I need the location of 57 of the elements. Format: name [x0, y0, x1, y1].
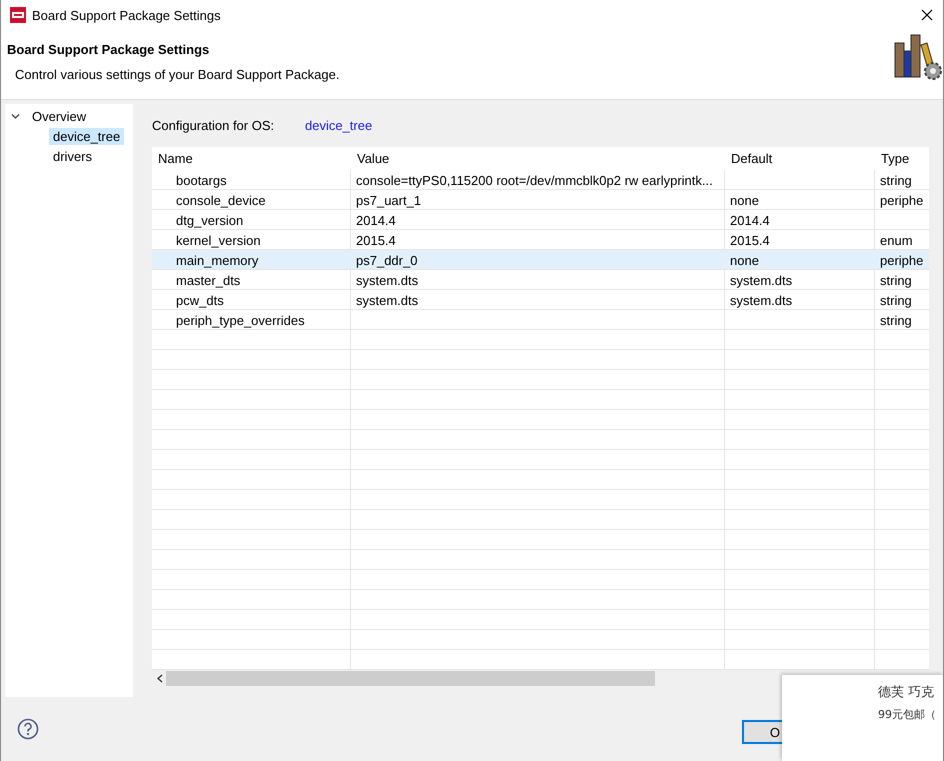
tree-item[interactable]: drivers — [49, 148, 96, 164]
table-row[interactable]: console_device ps7_uart_1 none periphe — [152, 190, 929, 209]
column-header[interactable]: Value — [357, 151, 390, 166]
popup-text: 德芙 巧克 — [878, 684, 936, 701]
table-cell: string — [880, 273, 912, 288]
dialog-title: Board Support Package Settings — [7, 42, 210, 57]
table-cell: main_memory — [176, 253, 258, 268]
table-row[interactable]: kernel_version 2015.4 2015.4 enum — [152, 230, 929, 249]
table-cell: kernel_version — [176, 233, 261, 248]
table-cell: string — [880, 293, 912, 308]
table-cell: system.dts — [356, 293, 418, 308]
table-cell: string — [880, 173, 912, 188]
table-cell: none — [730, 253, 759, 268]
app-logo-icon — [10, 7, 26, 24]
table-cell: ps7_ddr_0 — [356, 253, 418, 268]
table-cell: enum — [880, 233, 913, 248]
table-cell: system.dts — [730, 293, 792, 308]
table-cell: 2014.4 — [730, 213, 770, 228]
tree-item[interactable]: device_tree — [49, 128, 124, 144]
table-cell: system.dts — [730, 273, 792, 288]
table-row[interactable]: bootargs console=ttyPS0,115200 root=/dev/mmcblk0p2 rw earlyprintk... string — [152, 170, 929, 189]
os-link[interactable]: device_tree — [305, 118, 372, 133]
window-title: Board Support Package Settings — [32, 8, 221, 23]
table-cell: bootargs — [176, 173, 227, 188]
table-cell: periph_type_overrides — [176, 313, 305, 328]
table-row[interactable]: periph_type_overrides string — [152, 310, 929, 329]
close-icon[interactable] — [921, 9, 933, 22]
tree-item[interactable]: Overview — [28, 108, 90, 124]
table-cell: dtg_version — [176, 213, 244, 228]
table-cell: master_dts — [176, 273, 240, 288]
column-header[interactable]: Type — [881, 151, 910, 166]
notification-popup[interactable]: 德芙 巧克 99元包邮（ — [782, 675, 943, 761]
ok-button[interactable]: O — [742, 720, 784, 744]
table-cell: console_device — [176, 193, 266, 208]
table-cell: 2014.4 — [356, 213, 396, 228]
popup-text: 99元包邮（ — [878, 707, 937, 722]
table-cell: periphe — [880, 253, 924, 268]
scroll-left-icon[interactable] — [157, 674, 163, 683]
table-cell: 2015.4 — [356, 233, 396, 248]
table-cell: string — [880, 313, 912, 328]
table-cell: 2015.4 — [730, 233, 770, 248]
table-row[interactable]: pcw_dts system.dts system.dts string — [152, 290, 929, 309]
dialog-description: Control various settings of your Board Support Package. — [14, 66, 340, 82]
scrollbar-thumb[interactable] — [166, 671, 655, 686]
column-header[interactable]: Default — [731, 151, 772, 166]
table-row[interactable]: dtg_version 2014.4 2014.4 — [152, 210, 929, 229]
help-icon[interactable] — [17, 718, 39, 740]
config-label: Configuration for OS: — [152, 118, 276, 133]
table-cell: none — [730, 193, 759, 208]
table-row[interactable]: main_memory ps7_ddr_0 none periphe — [152, 250, 929, 269]
table-cell: system.dts — [356, 273, 418, 288]
table-row[interactable]: master_dts system.dts system.dts string — [152, 270, 929, 289]
table-cell: periphe — [880, 193, 924, 208]
table-cell: ps7_uart_1 — [356, 193, 422, 208]
table-cell: console=ttyPS0,115200 root=/dev/mmcblk0p2 rw earlyprintk... — [356, 173, 713, 188]
table-cell: pcw_dts — [176, 293, 224, 308]
column-header[interactable]: Name — [158, 151, 193, 166]
